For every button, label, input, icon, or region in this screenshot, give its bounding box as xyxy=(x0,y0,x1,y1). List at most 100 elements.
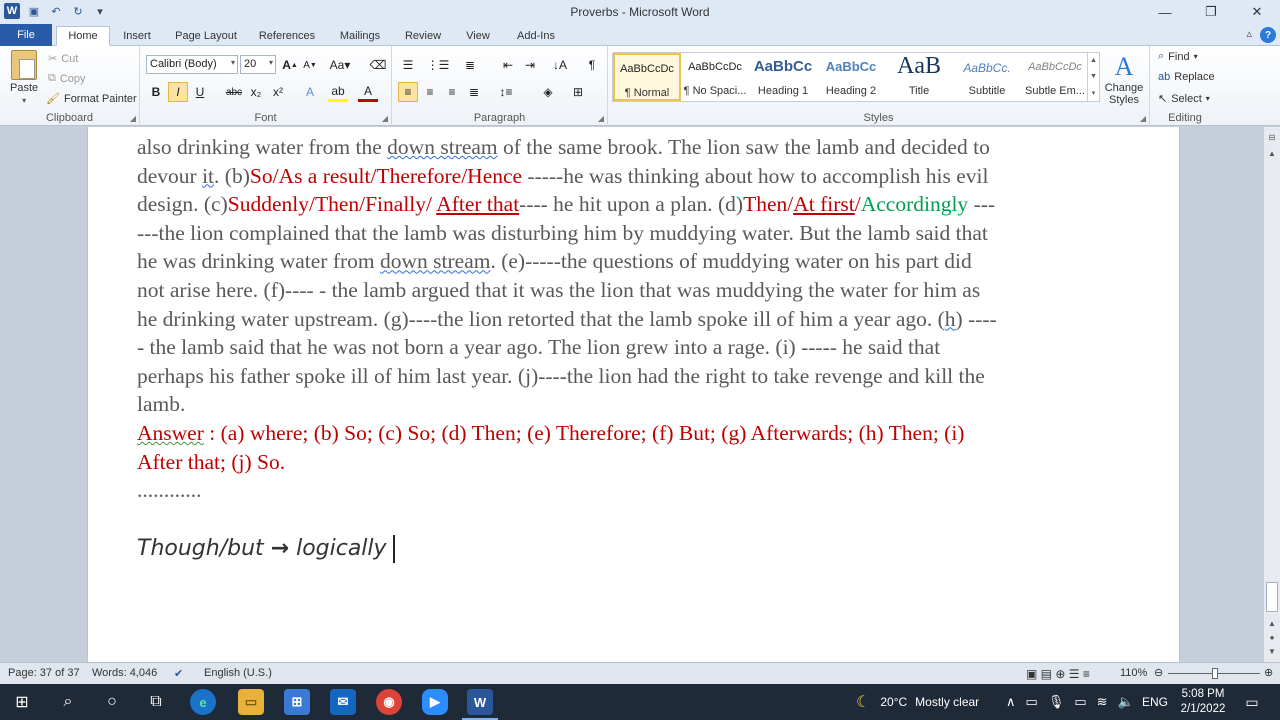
clear-formatting-icon[interactable]: ⌫ xyxy=(368,55,388,75)
tab-home[interactable]: Home xyxy=(56,26,110,46)
meet-now-icon[interactable]: ▭ xyxy=(1026,694,1038,710)
input-language[interactable]: ENG xyxy=(1142,684,1168,720)
minimize-button[interactable]: — xyxy=(1142,0,1188,24)
style-subtle-emphasis[interactable]: AaBbCcDc Subtle Em... xyxy=(1021,53,1089,101)
vertical-scrollbar[interactable]: ⊟ ▲ ▲ ● ▼ xyxy=(1263,127,1280,662)
file-explorer-icon[interactable]: ▭ xyxy=(238,689,264,715)
battery-icon[interactable]: ▭ xyxy=(1074,694,1086,710)
bold-button[interactable]: B xyxy=(146,82,166,102)
tab-review[interactable]: Review xyxy=(398,26,448,46)
increase-indent-icon[interactable]: ⇥ xyxy=(520,55,540,75)
cortana-icon[interactable]: ○ xyxy=(100,690,124,714)
mail-icon[interactable]: ✉ xyxy=(330,689,356,715)
shrink-font-icon[interactable]: A ▼ xyxy=(300,55,320,75)
select-button[interactable]: ↖ Select ▾ xyxy=(1158,92,1210,106)
notifications-icon[interactable]: ▭ xyxy=(1240,690,1264,714)
close-button[interactable]: ✕ xyxy=(1234,0,1280,24)
dialog-launcher-icon[interactable]: ◢ xyxy=(1140,114,1146,123)
gallery-scrollbar[interactable]: ▲ ▼ ▾ xyxy=(1087,53,1099,101)
more-icon[interactable]: ▾ xyxy=(1092,89,1096,97)
style-heading-1[interactable]: AaBbCc Heading 1 xyxy=(749,53,817,101)
weather-widget[interactable]: ☾ 20°C Mostly clear xyxy=(856,684,979,720)
bullets-icon[interactable]: ☰ xyxy=(398,55,418,75)
zoom-app-icon[interactable]: ▶ xyxy=(422,689,448,715)
page-count[interactable]: Page: 37 of 37 xyxy=(8,667,80,679)
clock[interactable]: 5:08 PM 2/1/2022 xyxy=(1178,684,1228,720)
cut-button[interactable]: ✂ Cut xyxy=(48,52,78,66)
decrease-indent-icon[interactable]: ⇤ xyxy=(498,55,518,75)
style-normal[interactable]: AaBbCcDc ¶ Normal xyxy=(613,53,681,101)
zoom-out-icon[interactable]: ⊖ xyxy=(1154,666,1163,679)
word-count[interactable]: Words: 4,046 xyxy=(92,667,157,679)
find-button[interactable]: ⌕ Find ▾ xyxy=(1158,50,1198,63)
document-body[interactable]: also drinking water from the down stream… xyxy=(137,133,1137,505)
chevron-down-icon[interactable]: ▼ xyxy=(1090,73,1097,80)
strikethrough-button[interactable]: abc xyxy=(224,82,244,102)
dialog-launcher-icon[interactable]: ◢ xyxy=(382,114,388,123)
dialog-launcher-icon[interactable]: ◢ xyxy=(598,114,604,123)
tab-page-layout[interactable]: Page Layout xyxy=(168,26,244,46)
subscript-button[interactable]: x₂ xyxy=(246,82,266,102)
replace-button[interactable]: ab Replace xyxy=(1158,71,1215,83)
copy-button[interactable]: ⧉ Copy xyxy=(48,72,86,85)
zoom-level[interactable]: 110% xyxy=(1120,667,1147,679)
browse-object-icon[interactable]: ● xyxy=(1266,631,1278,643)
chrome-icon[interactable]: ◉ xyxy=(376,689,402,715)
chevron-up-icon[interactable]: ▲ xyxy=(1090,57,1097,64)
scroll-up-icon[interactable]: ▲ xyxy=(1266,147,1278,159)
pilcrow-icon[interactable]: ¶ xyxy=(582,55,602,75)
font-size-select[interactable]: 20 ▾ xyxy=(240,55,276,74)
format-painter-button[interactable]: 🖌 Format Painter xyxy=(46,92,137,106)
change-styles-button[interactable]: A Change Styles xyxy=(1104,52,1144,106)
change-case-icon[interactable]: Aa▾ xyxy=(330,55,351,75)
word-taskbar-icon[interactable]: W xyxy=(467,689,493,715)
restore-button[interactable]: ❐ xyxy=(1188,0,1234,24)
tab-references[interactable]: References xyxy=(252,26,322,46)
line-spacing-icon[interactable]: ↕≡ xyxy=(496,82,516,102)
ribbon-collapse-icon[interactable]: ▵ xyxy=(1246,27,1252,43)
tab-view[interactable]: View xyxy=(458,26,498,46)
zoom-slider-thumb[interactable] xyxy=(1212,668,1218,679)
align-right-icon[interactable]: ≡ xyxy=(442,82,462,102)
style-title[interactable]: AaB Title xyxy=(885,53,953,101)
tab-add-ins[interactable]: Add-Ins xyxy=(508,26,564,46)
style-subtitle[interactable]: AaBbCc. Subtitle xyxy=(953,53,1021,101)
borders-icon[interactable]: ⊞ xyxy=(568,82,588,102)
font-color-icon[interactable]: A xyxy=(358,82,378,102)
align-center-icon[interactable]: ≡ xyxy=(420,82,440,102)
next-page-icon[interactable]: ▼ xyxy=(1266,645,1278,657)
align-left-icon[interactable]: ≡ xyxy=(398,82,418,102)
microphone-icon[interactable]: 🎙 xyxy=(1048,694,1065,710)
proofing-icon[interactable]: ✔ xyxy=(174,667,183,680)
dialog-launcher-icon[interactable]: ◢ xyxy=(130,114,136,123)
task-view-icon[interactable]: ⧉ xyxy=(144,690,168,714)
tab-insert[interactable]: Insert xyxy=(114,26,160,46)
scroll-thumb[interactable] xyxy=(1266,582,1278,612)
sort-icon[interactable]: ↓A xyxy=(550,55,570,75)
text-effects-icon[interactable]: A xyxy=(300,82,320,102)
highlight-icon[interactable]: ab xyxy=(328,82,348,102)
underline-button[interactable]: U xyxy=(190,82,210,102)
volume-icon[interactable]: 🔈 xyxy=(1118,694,1134,710)
document-page[interactable]: also drinking water from the down stream… xyxy=(87,127,1180,662)
chevron-up-icon[interactable]: ∧ xyxy=(1006,694,1016,710)
store-icon[interactable]: ⊞ xyxy=(284,689,310,715)
search-icon[interactable]: ⌕ xyxy=(56,690,80,714)
grow-font-icon[interactable]: A ▲ xyxy=(280,55,300,75)
multilevel-list-icon[interactable]: ≣ xyxy=(460,55,480,75)
wifi-icon[interactable]: ≋ xyxy=(1097,694,1108,710)
paste-button[interactable]: Paste ▾ xyxy=(10,50,38,105)
view-buttons[interactable]: ▣ ▤ ⊕ ☰ ≡ xyxy=(1026,667,1090,681)
tab-file[interactable]: File xyxy=(0,24,52,46)
help-icon[interactable]: ? xyxy=(1260,27,1276,43)
tab-mailings[interactable]: Mailings xyxy=(332,26,388,46)
windows-start-icon[interactable]: ⊞ xyxy=(10,690,34,714)
superscript-button[interactable]: x² xyxy=(268,82,288,102)
font-name-select[interactable]: Calibri (Body) ▾ xyxy=(146,55,238,74)
language[interactable]: English (U.S.) xyxy=(204,667,272,679)
shading-icon[interactable]: ◈ xyxy=(538,82,558,102)
style-no-spacing[interactable]: AaBbCcDc ¶ No Spaci... xyxy=(681,53,749,101)
previous-page-icon[interactable]: ▲ xyxy=(1266,617,1278,629)
edge-icon[interactable]: e xyxy=(190,689,216,715)
justify-icon[interactable]: ≣ xyxy=(464,82,484,102)
